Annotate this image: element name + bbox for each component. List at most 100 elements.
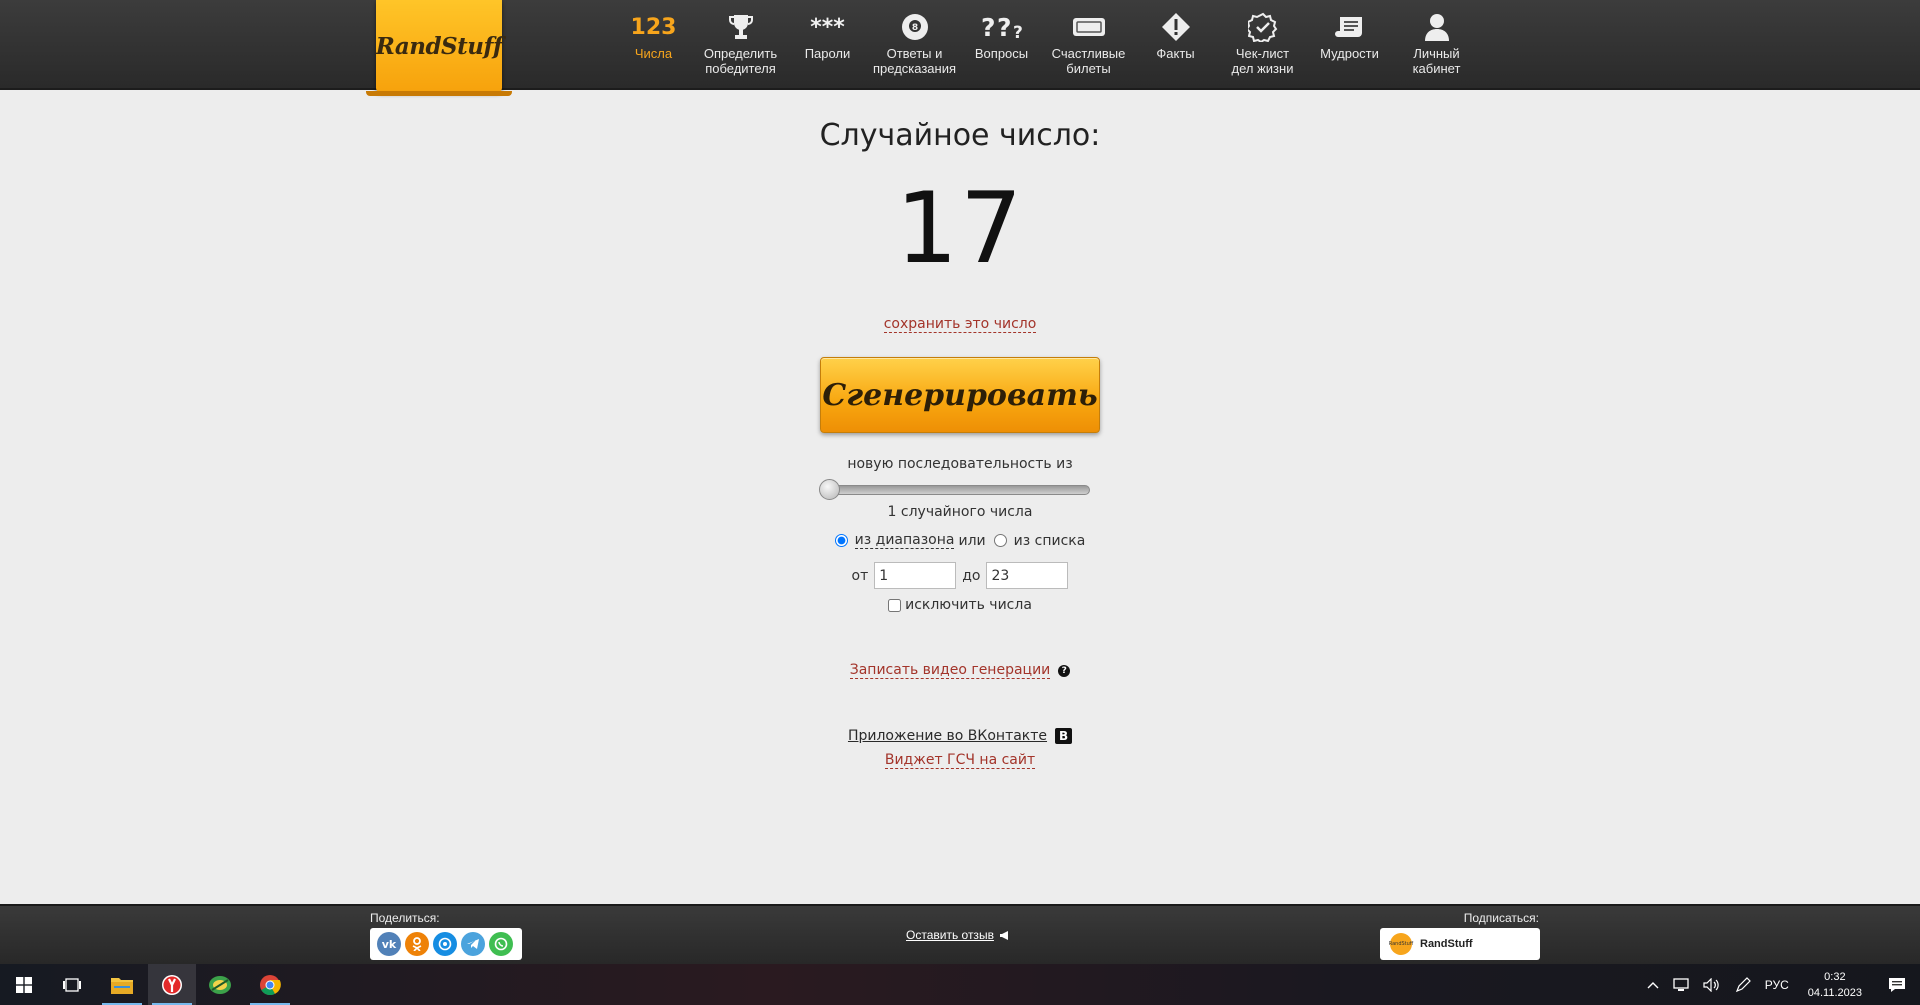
range-radio-label[interactable]: из диапазона — [854, 532, 955, 549]
notifications-icon[interactable] — [1874, 977, 1920, 993]
language-indicator[interactable]: РУС — [1758, 978, 1796, 992]
nav-item-wisdom[interactable]: Мудрости — [1306, 0, 1393, 90]
svg-text:?: ? — [1013, 23, 1023, 41]
trophy-icon — [728, 12, 754, 42]
nav-item-answers[interactable]: 8 Ответы и предсказания — [871, 0, 958, 90]
taskbar-chrome[interactable] — [246, 964, 294, 1005]
numbers-icon: 123 — [630, 14, 677, 40]
count-slider[interactable] — [819, 479, 1090, 500]
page-title: Случайное число: — [819, 118, 1101, 153]
ticket-icon — [1071, 12, 1107, 42]
vk-share-icon[interactable]: vk — [377, 932, 401, 956]
pen-icon[interactable] — [1728, 976, 1758, 993]
chrome-icon — [260, 974, 281, 995]
clock-date: 04.11.2023 — [1807, 986, 1862, 999]
share-label: Поделиться: — [370, 911, 440, 925]
nav-item-questions[interactable]: ??? Вопросы — [958, 0, 1045, 90]
from-input[interactable] — [874, 562, 957, 589]
range-radio[interactable] — [834, 534, 848, 547]
generate-button[interactable]: Сгенерировать — [820, 357, 1100, 433]
nav-item-passwords[interactable]: *** Пароли — [784, 0, 871, 90]
record-video-link[interactable]: Записать видео генерации — [849, 662, 1051, 679]
nav-label: Ответы и предсказания — [872, 46, 957, 76]
nav-item-account[interactable]: Личный кабинет — [1393, 0, 1480, 90]
svg-text:?: ? — [997, 13, 1012, 41]
list-radio[interactable] — [993, 534, 1007, 547]
taskbar-app-green[interactable] — [196, 964, 244, 1005]
video-row: Записать видео генерации ? — [0, 662, 1920, 679]
user-icon — [1423, 12, 1451, 42]
share-buttons: vk — [370, 928, 522, 960]
top-header: RandStuff 123 Числа Определить победител… — [0, 0, 1920, 96]
tray-expand-icon[interactable] — [1640, 981, 1666, 989]
nav-label: Мудрости — [1320, 46, 1379, 61]
logo-text: RandStuff — [375, 32, 503, 60]
windows-taskbar: РУС 0:32 04.11.2023 — [0, 964, 1920, 1005]
subscribe-name: RandStuff — [1420, 938, 1473, 950]
clock[interactable]: 0:32 04.11.2023 — [1796, 969, 1874, 1001]
subscribe-label: Подписаться: — [1463, 911, 1539, 925]
site-footer: Поделиться: vk Оставить отзыв Подписатьс… — [0, 904, 1920, 964]
exclude-label[interactable]: исключить числа — [905, 597, 1032, 613]
to-input[interactable] — [986, 562, 1069, 589]
windows-icon — [16, 976, 32, 993]
widget-link[interactable]: Виджет ГСЧ на сайт — [884, 752, 1036, 769]
yandex-browser-icon — [162, 974, 182, 995]
or-label: или — [958, 532, 986, 549]
nav-item-tickets[interactable]: Счастливые билеты — [1045, 0, 1132, 90]
site-logo[interactable]: RandStuff — [366, 0, 512, 96]
exclude-checkbox[interactable] — [888, 598, 902, 612]
help-icon[interactable]: ? — [1058, 664, 1071, 677]
telegram-share-icon[interactable] — [461, 932, 485, 956]
svg-text:8: 8 — [911, 23, 917, 33]
slider-handle[interactable] — [819, 479, 840, 500]
volume-icon[interactable] — [1696, 977, 1728, 992]
megaphone-icon — [999, 930, 1008, 940]
taskbar-yandex-browser[interactable] — [148, 964, 196, 1005]
vk-app-row: Приложение во ВКонтакте B — [0, 728, 1920, 744]
nav-item-facts[interactable]: Факты — [1132, 0, 1219, 90]
nav-label: Определить победителя — [703, 46, 778, 76]
feedback-label: Оставить отзыв — [906, 928, 994, 942]
mail-share-icon[interactable] — [433, 932, 457, 956]
source-options: из диапазона или из списка — [0, 532, 1920, 549]
task-view-icon — [63, 977, 81, 992]
subscribe-widget[interactable]: RandStuff RandStuff — [1380, 928, 1540, 960]
ok-share-icon[interactable] — [405, 932, 429, 956]
nav-item-checklist[interactable]: Чек-лист дел жизни — [1219, 0, 1306, 90]
nav-item-winner[interactable]: Определить победителя — [697, 0, 784, 90]
asterisks-icon: *** — [810, 14, 845, 40]
exclamation-icon — [1161, 12, 1191, 42]
checkmark-badge-icon — [1247, 12, 1278, 42]
vk-icon: B — [1055, 728, 1073, 744]
nav-label: Чек-лист дел жизни — [1231, 46, 1294, 76]
vk-app-link[interactable]: Приложение во ВКонтакте — [848, 728, 1047, 744]
question-marks-icon: ??? — [980, 12, 1024, 42]
scroll-icon — [1334, 12, 1366, 42]
whatsapp-share-icon[interactable] — [489, 932, 513, 956]
to-label: до — [962, 567, 981, 584]
random-number: 17 — [895, 172, 1025, 286]
sequence-label: новую последовательность из — [847, 456, 1073, 472]
nav-label: Факты — [1156, 46, 1195, 61]
system-tray: РУС 0:32 04.11.2023 — [1640, 964, 1920, 1005]
main-content: Случайное число: 17 сохранить это число … — [0, 92, 1920, 904]
task-view-button[interactable] — [48, 964, 96, 1005]
list-radio-label[interactable]: из списка — [1014, 533, 1086, 549]
nav-label: Числа — [634, 46, 673, 61]
taskbar-explorer[interactable] — [98, 964, 146, 1005]
start-button[interactable] — [0, 964, 48, 1005]
nav-label: Пароли — [804, 46, 851, 61]
nav-label: Вопросы — [974, 46, 1029, 61]
from-label: от — [851, 567, 869, 584]
nav-item-numbers[interactable]: 123 Числа — [610, 0, 697, 90]
nav-label: Личный кабинет — [1412, 46, 1461, 76]
network-icon[interactable] — [1666, 977, 1696, 992]
save-number-link[interactable]: сохранить это число — [883, 316, 1037, 333]
generate-button-label: Сгенерировать — [822, 377, 1098, 413]
magic-ball-icon: 8 — [901, 12, 929, 42]
svg-text:?: ? — [981, 13, 996, 41]
exclude-option: исключить числа — [0, 597, 1920, 613]
feedback-link[interactable]: Оставить отзыв — [906, 928, 1011, 942]
range-inputs: от до — [0, 562, 1920, 589]
